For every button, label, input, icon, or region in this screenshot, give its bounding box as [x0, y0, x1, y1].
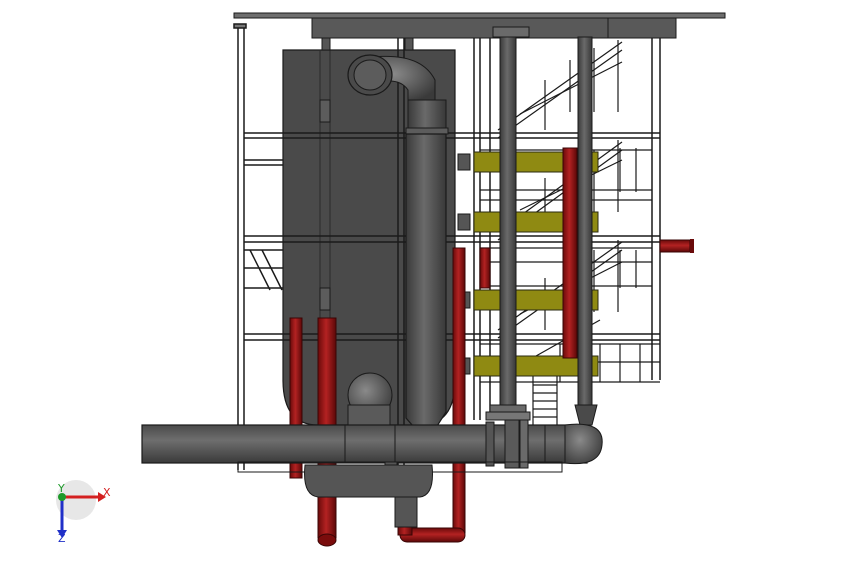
base-tank	[237, 461, 563, 528]
z-axis-label: Z	[58, 532, 66, 545]
top-platform	[233, 12, 726, 39]
x-axis-label: X	[103, 486, 111, 499]
axis-triad: X Y Z	[56, 480, 111, 545]
assembly-drawing: X Y Z	[56, 12, 726, 547]
cad-viewport[interactable]: X Y Z	[0, 0, 867, 562]
y-axis-label: Y	[57, 482, 65, 495]
